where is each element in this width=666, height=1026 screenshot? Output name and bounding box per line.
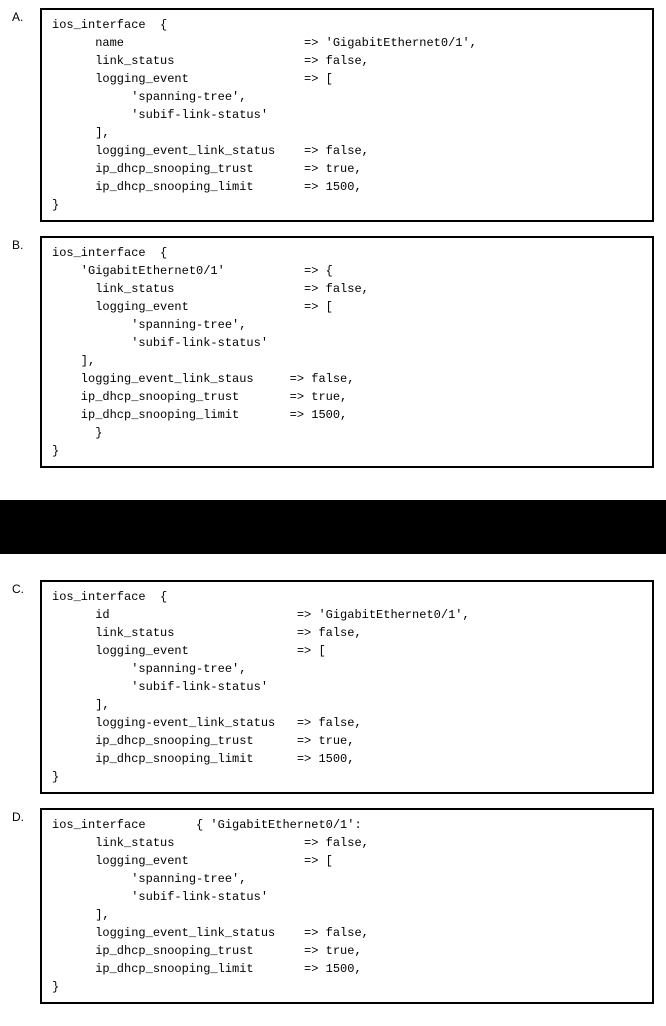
option-label-c: C. bbox=[12, 580, 40, 596]
page-container-lower: C. ios_interface { id => 'GigabitEtherne… bbox=[0, 572, 666, 1026]
option-block-d: D. ios_interface { 'GigabitEthernet0/1':… bbox=[12, 808, 654, 1004]
option-label-a: A. bbox=[12, 8, 40, 24]
option-block-c: C. ios_interface { id => 'GigabitEtherne… bbox=[12, 580, 654, 794]
code-content-a: ios_interface { name => 'GigabitEthernet… bbox=[52, 16, 642, 214]
code-box-d: ios_interface { 'GigabitEthernet0/1': li… bbox=[40, 808, 654, 1004]
code-content-c: ios_interface { id => 'GigabitEthernet0/… bbox=[52, 588, 642, 786]
option-label-b: B. bbox=[12, 236, 40, 252]
option-label-d: D. bbox=[12, 808, 40, 824]
code-content-d: ios_interface { 'GigabitEthernet0/1': li… bbox=[52, 816, 642, 996]
code-box-c: ios_interface { id => 'GigabitEthernet0/… bbox=[40, 580, 654, 794]
option-block-a: A. ios_interface { name => 'GigabitEther… bbox=[12, 8, 654, 222]
code-box-a: ios_interface { name => 'GigabitEthernet… bbox=[40, 8, 654, 222]
code-content-b: ios_interface { 'GigabitEthernet0/1' => … bbox=[52, 244, 642, 460]
redacted-bar bbox=[0, 500, 666, 554]
option-block-b: B. ios_interface { 'GigabitEthernet0/1' … bbox=[12, 236, 654, 468]
page-container: A. ios_interface { name => 'GigabitEther… bbox=[0, 0, 666, 490]
code-box-b: ios_interface { 'GigabitEthernet0/1' => … bbox=[40, 236, 654, 468]
